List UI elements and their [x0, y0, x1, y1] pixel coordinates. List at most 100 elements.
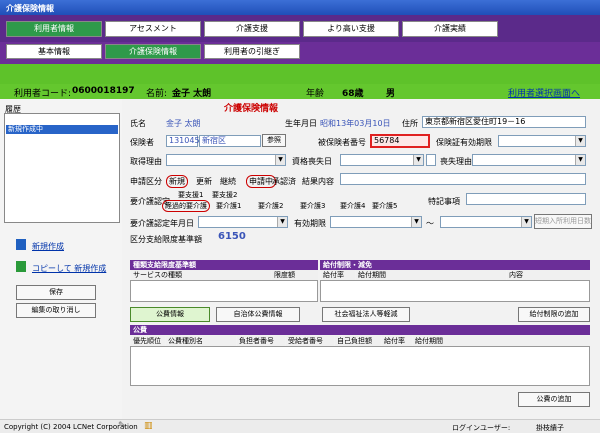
col-benefit-rate: 給付率	[321, 270, 355, 280]
benefit-table-title: 給付制限・減免	[320, 260, 590, 270]
acquire-reason-select[interactable]: ▼	[166, 154, 286, 166]
chevron-down-icon: ▼	[275, 155, 285, 165]
limit-amount-label: 区分支給限度基準額	[130, 235, 202, 244]
add-benefit-limit-button[interactable]: 給付制限の追加	[518, 307, 590, 322]
copy-doc-icon	[16, 261, 26, 272]
valid-from-select[interactable]: ▼	[330, 216, 422, 228]
insurer-name-field[interactable]: 新宿区	[199, 135, 261, 147]
range-separator: ～	[426, 219, 434, 228]
col-payer-no: 負担者番号	[237, 336, 285, 346]
user-name: 金子 太朗	[172, 89, 212, 99]
valid-period-label: 保険証有効期限	[436, 138, 492, 147]
history-item[interactable]: 新規作成中	[6, 125, 118, 134]
lose-date-extra[interactable]	[426, 154, 436, 166]
apply-option-approved[interactable]: 承認済	[272, 176, 296, 187]
apply-option-renew[interactable]: 更新	[196, 176, 212, 187]
care-level-3[interactable]: 要介護3	[300, 201, 325, 211]
care-level-1[interactable]: 要介護1	[216, 201, 241, 211]
add-public-button[interactable]: 公費の追加	[518, 392, 590, 407]
lose-date-label: 資格喪失日	[292, 157, 332, 166]
tab-assessment[interactable]: アセスメント	[105, 21, 201, 37]
support-level-2[interactable]: 要支援2	[212, 190, 237, 200]
address-label: 住所	[402, 119, 418, 128]
care-level-4[interactable]: 要介護4	[340, 201, 365, 211]
chevron-down-icon: ▼	[575, 155, 585, 165]
cert-date-select[interactable]: ▼	[198, 216, 288, 228]
user-name-label: 名前:	[146, 89, 168, 99]
welfare-reduction-button[interactable]: 社会福祉法人等軽減	[322, 307, 410, 322]
apply-type-label: 申請区分	[130, 177, 162, 186]
user-age-label: 年齢	[306, 89, 325, 99]
public-info-button[interactable]: 公費情報	[130, 307, 210, 322]
limit-table-body[interactable]	[130, 280, 318, 302]
birthday-value: 昭和13年03月10日	[320, 119, 391, 128]
result-label: 結果内容	[302, 177, 334, 186]
reference-button[interactable]: 参照	[262, 134, 286, 147]
tab-care-record[interactable]: 介護実績	[402, 21, 498, 37]
books-icon: ▥	[144, 421, 153, 431]
cancel-edit-button[interactable]: 編集の取り消し	[16, 303, 96, 318]
apply-option-new[interactable]: 新規	[166, 175, 188, 188]
short-stay-days-button[interactable]: 短期入所利用日数	[534, 214, 592, 229]
tab-care-insurance-info[interactable]: 介護保険情報	[105, 44, 201, 59]
lose-reason-select[interactable]: ▼	[472, 154, 586, 166]
new-create-link[interactable]: 新規作成	[32, 241, 64, 252]
user-code: 0600018197	[72, 86, 135, 96]
user-select-link[interactable]: 利用者選択画面へ	[508, 86, 580, 99]
tab-basic-info[interactable]: 基本情報	[6, 44, 102, 59]
chevron-down-icon: ▼	[277, 217, 287, 227]
limit-amount-value: 6150	[218, 231, 246, 242]
col-benefit-period: 給付期間	[356, 270, 506, 280]
copy-create-link[interactable]: コピーして 新規作成	[32, 263, 106, 274]
chevron-down-icon: ▼	[521, 217, 531, 227]
pen-icon: ✎	[118, 421, 126, 431]
name-label: 氏名	[130, 119, 146, 128]
name-value: 金子 太朗	[166, 119, 201, 128]
benefit-table-body[interactable]	[320, 280, 590, 302]
valid-period-select[interactable]: ▼	[498, 135, 586, 147]
insured-number-label: 被保険者番号	[318, 138, 366, 147]
public-table-body[interactable]	[130, 346, 590, 386]
cert-date-label: 要介護認定年月日	[130, 219, 194, 228]
insured-number-field[interactable]: 56784	[370, 134, 430, 148]
new-doc-icon	[16, 239, 26, 250]
history-list[interactable]: 新規作成中	[4, 113, 120, 223]
chevron-down-icon: ▼	[413, 155, 423, 165]
login-user-label: ログインユーザー:	[452, 424, 511, 432]
acquire-reason-label: 取得理由	[130, 157, 162, 166]
birthday-label: 生年月日	[285, 119, 317, 128]
care-level-2[interactable]: 要介護2	[258, 201, 283, 211]
care-level-transitional[interactable]: 経過的要介護	[162, 200, 210, 212]
col-priority: 優先順位	[131, 336, 165, 346]
user-code-label: 利用者コード:	[14, 89, 72, 99]
valid-term-label: 有効期限	[294, 219, 326, 228]
tab-advanced-support[interactable]: より高い支援	[303, 21, 399, 37]
col-public-type: 公費種別名	[166, 336, 236, 346]
window-title: 介護保険情報	[0, 0, 600, 15]
valid-to-select[interactable]: ▼	[440, 216, 532, 228]
care-level-5[interactable]: 要介護5	[372, 201, 397, 211]
chevron-down-icon: ▼	[411, 217, 421, 227]
col-self-pay: 自己負担額	[335, 336, 381, 346]
special-notes-field[interactable]	[466, 193, 586, 205]
col-recipient-no: 受給者番号	[286, 336, 334, 346]
apply-option-continue[interactable]: 継続	[220, 176, 236, 187]
col-public-period: 給付期間	[413, 336, 590, 346]
user-bar: 利用者コード: 0600018197 名前: 金子 太朗 年齢 68歳 男 利用…	[0, 84, 600, 99]
tab-user-handover[interactable]: 利用者の引継ぎ	[204, 44, 300, 59]
special-notes-label: 特記事項	[428, 197, 460, 206]
address-field[interactable]: 東京都新宿区愛住町19－16	[422, 116, 586, 128]
local-public-info-button[interactable]: 自治体公費情報	[216, 307, 300, 322]
support-level-1[interactable]: 要支援1	[178, 190, 203, 200]
tab-user-info[interactable]: 利用者情報	[6, 21, 102, 37]
tab-care-support[interactable]: 介護支援	[204, 21, 300, 37]
public-table-title: 公費	[130, 325, 590, 335]
save-button[interactable]: 保存	[16, 285, 96, 300]
insurer-label: 保険者	[130, 138, 154, 147]
user-age: 68歳	[342, 89, 364, 99]
login-user-name: 掛枝績子	[536, 424, 564, 432]
insurer-code-field[interactable]: 131045	[166, 135, 200, 147]
lose-date-select[interactable]: ▼	[340, 154, 424, 166]
col-benefit-content: 内容	[507, 270, 590, 280]
result-field[interactable]	[340, 173, 586, 185]
